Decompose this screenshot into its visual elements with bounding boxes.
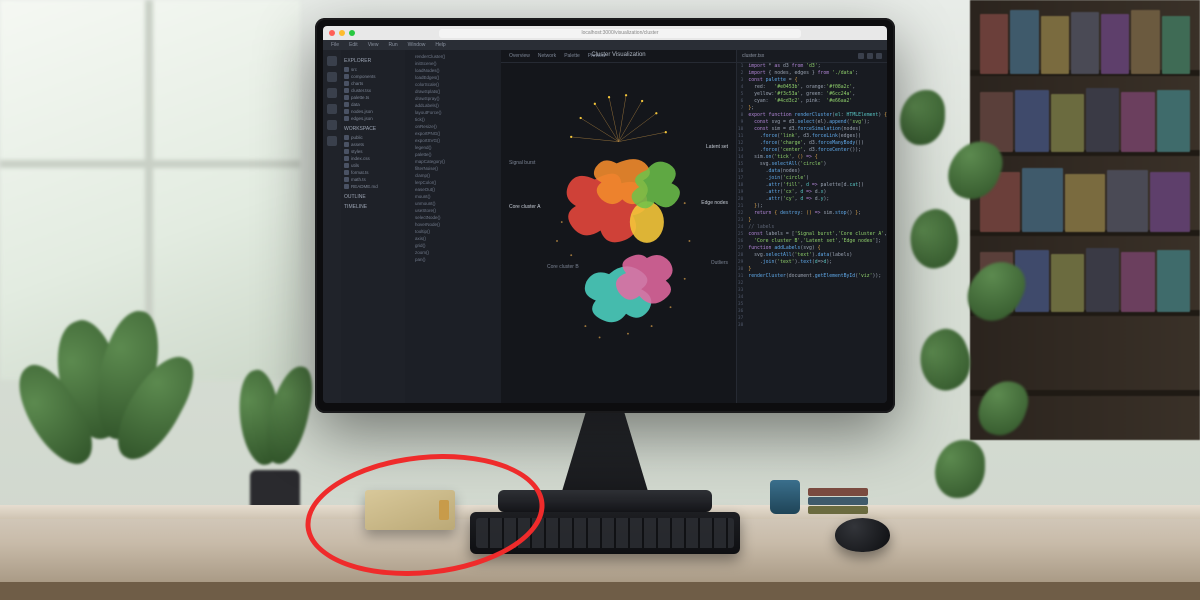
outline-item[interactable]: useStore() xyxy=(409,208,497,215)
outline-item[interactable]: clamp() xyxy=(409,173,497,180)
viz-canvas[interactable]: Signal burst Core cluster A Core cluster… xyxy=(505,64,732,399)
plant-mid xyxy=(210,360,330,520)
plant-right-vine xyxy=(880,60,1100,520)
traffic-light-close-icon[interactable] xyxy=(329,30,335,36)
menu-file[interactable]: File xyxy=(331,42,339,48)
file-tree-item[interactable]: assets xyxy=(344,141,402,148)
menu-window[interactable]: Window xyxy=(408,42,426,48)
viz-label-f: Outliers xyxy=(711,260,728,266)
search-icon[interactable] xyxy=(327,72,337,82)
file-tree-item[interactable]: index.css xyxy=(344,155,402,162)
viz-label-e: Edge nodes xyxy=(701,200,728,206)
outline-item[interactable]: colorScale() xyxy=(409,82,497,89)
files-icon[interactable] xyxy=(327,56,337,66)
outline-item[interactable]: renderCluster() xyxy=(409,54,497,61)
file-tree-item[interactable]: nodes.json xyxy=(344,108,402,115)
outline-item[interactable]: pan() xyxy=(409,257,497,264)
menu-run[interactable]: Run xyxy=(388,42,397,48)
file-tree-item[interactable]: src xyxy=(344,66,402,73)
outline-item[interactable]: filterNoise() xyxy=(409,166,497,173)
code-filename: cluster.tsx xyxy=(742,53,764,59)
file-explorer: EXPLORER srccomponentschartscluster.tsxp… xyxy=(341,50,405,403)
outline-item[interactable]: mapCategory() xyxy=(409,159,497,166)
viz-title: Cluster Visualization xyxy=(501,52,736,58)
outline-item[interactable]: zoom() xyxy=(409,250,497,257)
outline-item[interactable]: easeOut() xyxy=(409,187,497,194)
debug-icon[interactable] xyxy=(327,104,337,114)
outline-item[interactable]: initScene() xyxy=(409,61,497,68)
visualization-panel: Cluster Visualization OverviewNetworkPal… xyxy=(501,50,736,403)
code-panel: cluster.tsx 1234567891011121314151617181… xyxy=(736,50,887,403)
ide-menubar: File Edit View Run Window Help xyxy=(323,40,887,50)
activity-bar xyxy=(323,50,341,403)
address-bar[interactable]: localhost:3000/visualization/cluster xyxy=(439,29,801,38)
timeline-heading: TIMELINE xyxy=(344,204,402,210)
file-tree-item[interactable]: data xyxy=(344,101,402,108)
viz-label-a: Signal burst xyxy=(509,160,535,166)
plant-left xyxy=(20,300,200,520)
viz-label-c: Core cluster B xyxy=(547,264,579,270)
file-tree-item[interactable]: cluster.tsx xyxy=(344,87,402,94)
traffic-light-min-icon[interactable] xyxy=(339,30,345,36)
outline-item[interactable]: addLabels() xyxy=(409,103,497,110)
ide-screen: localhost:3000/visualization/cluster Fil… xyxy=(323,26,887,403)
outline-item[interactable]: loadEdges() xyxy=(409,75,497,82)
outline-item[interactable]: unmount() xyxy=(409,201,497,208)
outline-item[interactable]: lerpColor() xyxy=(409,180,497,187)
viz-label-b: Core cluster A xyxy=(509,204,540,210)
file-tree-item[interactable]: format.ts xyxy=(344,169,402,176)
outline-panel: renderCluster()initScene()loadNodes()loa… xyxy=(405,50,501,403)
splatter-svg xyxy=(505,64,732,399)
code-lines[interactable]: import * as d3 from 'd3';import { nodes,… xyxy=(746,63,887,403)
outline-item[interactable]: legend() xyxy=(409,145,497,152)
outline-item[interactable]: axis() xyxy=(409,236,497,243)
file-tree-item[interactable]: math.ts xyxy=(344,176,402,183)
more-icon[interactable] xyxy=(867,53,873,59)
close-icon[interactable] xyxy=(876,53,882,59)
file-tree-item[interactable]: edges.json xyxy=(344,115,402,122)
monitor-stand-neck xyxy=(560,408,650,498)
outline-item[interactable]: tooltip() xyxy=(409,229,497,236)
outline-item[interactable]: mount() xyxy=(409,194,497,201)
outline-item[interactable]: exportSVG() xyxy=(409,138,497,145)
menu-edit[interactable]: Edit xyxy=(349,42,358,48)
extensions-icon[interactable] xyxy=(327,120,337,130)
outline-item[interactable]: hoverNode() xyxy=(409,222,497,229)
file-tree-item[interactable]: components xyxy=(344,73,402,80)
traffic-light-max-icon[interactable] xyxy=(349,30,355,36)
outline-item[interactable]: loadNodes() xyxy=(409,68,497,75)
book-stack xyxy=(808,488,868,514)
viz-label-d: Latent set xyxy=(706,144,728,150)
coffee-cup xyxy=(770,480,800,514)
outline-item[interactable]: grid() xyxy=(409,243,497,250)
outline-item[interactable]: onResize() xyxy=(409,124,497,131)
file-tree-item[interactable]: palette.ts xyxy=(344,94,402,101)
branch-icon[interactable] xyxy=(327,88,337,98)
outline-item[interactable]: exportPNG() xyxy=(409,131,497,138)
outline-item[interactable]: drawSplats() xyxy=(409,89,497,96)
outline-item[interactable]: drawSpray() xyxy=(409,96,497,103)
workspace-heading: WORKSPACE xyxy=(344,126,402,132)
file-tree-item[interactable]: public xyxy=(344,134,402,141)
file-tree-item[interactable]: charts xyxy=(344,80,402,87)
outline-item[interactable]: palette() xyxy=(409,152,497,159)
explorer-heading: EXPLORER xyxy=(344,58,402,64)
file-tree-item[interactable]: styles xyxy=(344,148,402,155)
menu-help[interactable]: Help xyxy=(435,42,445,48)
browser-titlebar: localhost:3000/visualization/cluster xyxy=(323,26,887,40)
scene-photo: localhost:3000/visualization/cluster Fil… xyxy=(0,0,1200,600)
split-icon[interactable] xyxy=(858,53,864,59)
outline-item[interactable]: layoutForce() xyxy=(409,110,497,117)
outline-item[interactable]: tick() xyxy=(409,117,497,124)
menu-view[interactable]: View xyxy=(368,42,379,48)
file-tree-item[interactable]: README.md xyxy=(344,183,402,190)
outline-heading: OUTLINE xyxy=(344,194,402,200)
outline-item[interactable]: selectNode() xyxy=(409,215,497,222)
file-tree-item[interactable]: utils xyxy=(344,162,402,169)
mouse xyxy=(835,518,890,552)
settings-icon[interactable] xyxy=(327,136,337,146)
monitor: localhost:3000/visualization/cluster Fil… xyxy=(315,18,895,413)
